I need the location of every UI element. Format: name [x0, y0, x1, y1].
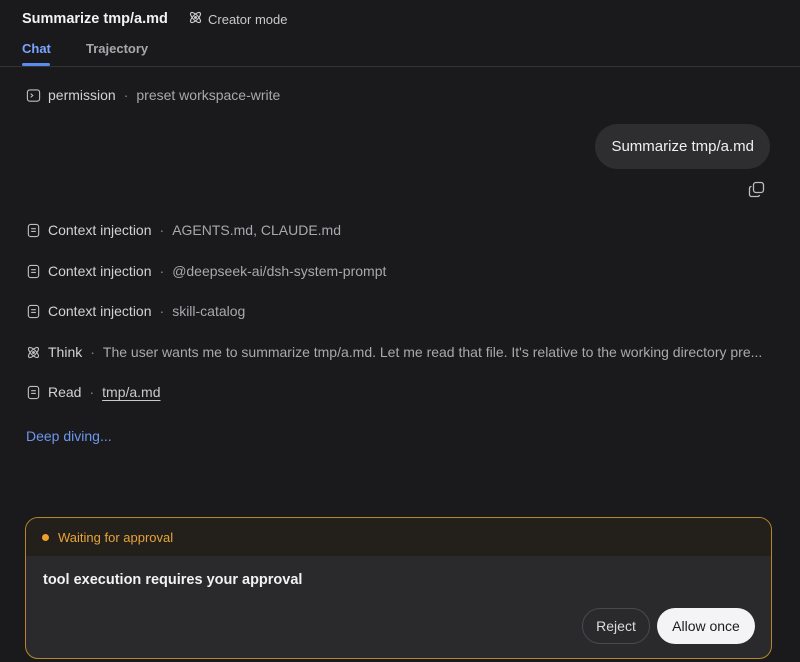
- think-detail: The user wants me to summarize tmp/a.md.…: [102, 344, 763, 360]
- step-row[interactable]: Context injection · skill-catalog: [26, 303, 245, 319]
- status-dot-icon: [42, 533, 49, 541]
- step-row[interactable]: Context injection · @deepseek-ai/dsh-sys…: [26, 263, 386, 279]
- step-detail: skill-catalog: [172, 303, 246, 319]
- separator-dot: ·: [159, 303, 165, 319]
- tab-trajectory[interactable]: Trajectory: [86, 41, 148, 56]
- step-row[interactable]: Read · tmp/a.md: [26, 384, 161, 400]
- creator-mode-label: Creator mode: [208, 11, 288, 27]
- step-label: Context injection: [48, 222, 152, 238]
- tab-chat[interactable]: Chat: [22, 41, 51, 56]
- reject-button[interactable]: Reject: [582, 608, 650, 644]
- permission-label: permission: [48, 87, 116, 103]
- step-label: Context injection: [48, 263, 152, 279]
- allow-once-button[interactable]: Allow once: [657, 608, 755, 644]
- page-title: Summarize tmp/a.md: [22, 11, 168, 27]
- atom-icon: [26, 345, 41, 360]
- step-detail: AGENTS.md, CLAUDE.md: [172, 222, 342, 238]
- document-icon: [26, 223, 41, 238]
- separator-dot: ·: [89, 384, 95, 400]
- permission-row: permission · preset workspace-write: [26, 87, 280, 103]
- file-link[interactable]: tmp/a.md: [102, 384, 160, 400]
- separator-dot: ·: [90, 344, 95, 360]
- creator-mode-button[interactable]: Creator mode: [188, 10, 287, 28]
- step-detail: @deepseek-ai/dsh-system-prompt: [172, 263, 387, 279]
- active-tab-indicator: [22, 63, 50, 66]
- step-label: Think: [48, 344, 83, 360]
- status-text: Deep diving...: [26, 428, 112, 444]
- document-icon: [26, 385, 41, 400]
- permission-detail: preset workspace-write: [136, 87, 281, 103]
- separator-dot: ·: [159, 222, 165, 238]
- approval-status: Waiting for approval: [58, 529, 174, 545]
- separator-dot: ·: [159, 263, 165, 279]
- step-row[interactable]: Context injection · AGENTS.md, CLAUDE.md: [26, 222, 341, 238]
- atom-icon: [188, 10, 203, 28]
- user-message-text: Summarize tmp/a.md: [611, 138, 754, 155]
- separator-dot: ·: [123, 87, 129, 103]
- copy-icon[interactable]: [748, 181, 765, 198]
- terminal-icon: [26, 88, 41, 103]
- think-step-row[interactable]: Think · The user wants me to summarize t…: [26, 344, 762, 360]
- header: Summarize tmp/a.md Creator mode Chat Tra…: [0, 0, 800, 67]
- user-message-bubble: Summarize tmp/a.md: [595, 124, 770, 169]
- step-label: Read: [48, 384, 82, 400]
- step-label: Context injection: [48, 303, 152, 319]
- approval-panel: Waiting for approval tool execution requ…: [25, 517, 772, 659]
- approval-message: tool execution requires your approval: [43, 572, 303, 588]
- document-icon: [26, 264, 41, 279]
- approval-status-bar: Waiting for approval: [26, 518, 771, 556]
- document-icon: [26, 304, 41, 319]
